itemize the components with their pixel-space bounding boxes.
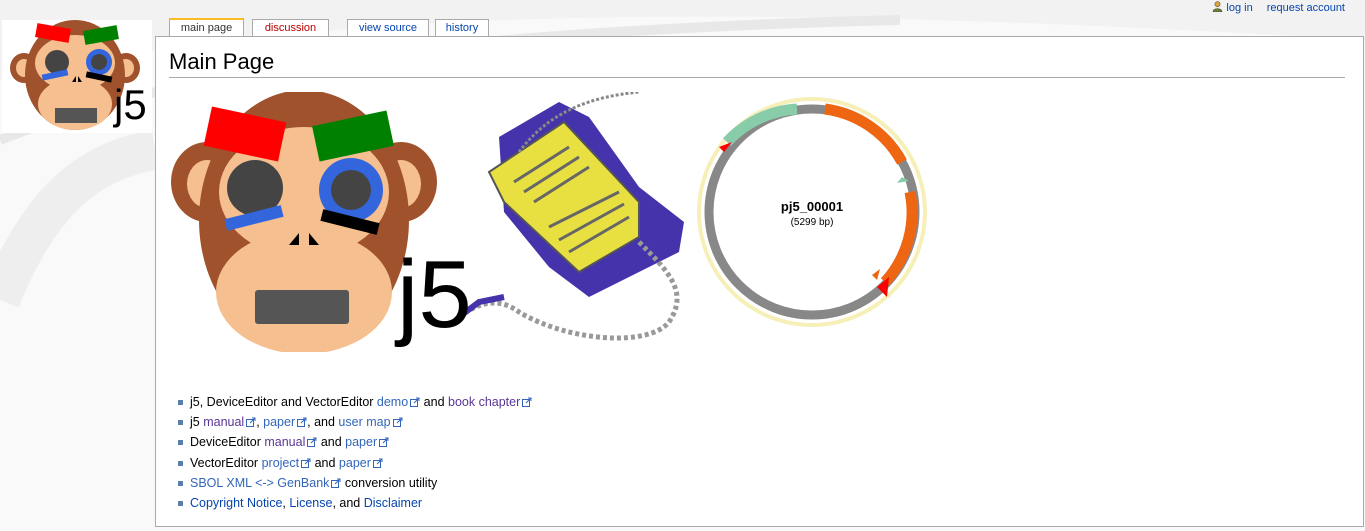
deviceeditor-paper-link[interactable]: paper — [345, 435, 377, 449]
deviceeditor-manual-link[interactable]: manual — [264, 435, 305, 449]
plasmid-length: (5299 bp) — [791, 217, 834, 228]
tab-label: main page — [180, 22, 233, 34]
tab-label: discussion — [264, 22, 317, 34]
list-text: and — [420, 395, 448, 409]
list-item: Copyright Notice, License, and Disclaime… — [176, 494, 532, 514]
tab-label: view source — [358, 22, 418, 34]
page-title: Main Page — [169, 49, 275, 74]
banner-image: pj5_00001 (5299 bp) j5 — [171, 92, 927, 352]
list-item: DeviceEditor manual and paper — [176, 433, 532, 453]
user-icon — [1213, 1, 1223, 12]
license-link[interactable]: License — [289, 496, 332, 510]
external-link-icon — [301, 458, 311, 468]
user-map-link[interactable]: user map — [338, 415, 390, 429]
sbol-genbank-link[interactable]: SBOL XML <-> GenBank — [190, 476, 329, 490]
plasmid-name: pj5_00001 — [781, 199, 843, 214]
list-text: j5 — [190, 415, 204, 430]
title-divider — [169, 77, 1345, 78]
j5-paper-link[interactable]: paper — [263, 415, 295, 429]
copyright-notice-link[interactable]: Copyright Notice — [190, 496, 282, 510]
external-link-icon — [297, 417, 307, 428]
list-item: j5, DeviceEditor and VectorEditor demo a… — [176, 393, 532, 413]
external-link-icon — [392, 417, 403, 428]
list-item: VectorEditor project and paper — [176, 454, 532, 474]
list-text: DeviceEditor — [190, 435, 265, 450]
book-chapter-link[interactable]: book chapter — [448, 395, 520, 409]
tab-discussion[interactable]: discussion — [252, 19, 329, 36]
external-link-icon — [331, 478, 341, 488]
vectoreditor-paper-link[interactable]: paper — [339, 456, 371, 470]
list-text: and — [317, 435, 346, 450]
list-text: and — [311, 455, 339, 470]
plasmid-map-icon: pj5_00001 (5299 bp) — [697, 97, 927, 327]
list-text: conversion utility — [341, 475, 438, 490]
list-text: , and — [307, 415, 339, 430]
tab-view-source[interactable]: view source — [347, 19, 429, 36]
banner-text: j5 — [394, 241, 472, 348]
j5-manual-link[interactable]: manual — [203, 415, 244, 429]
resource-list: j5, DeviceEditor and VectorEditor demo a… — [176, 393, 532, 514]
tab-label: history — [445, 22, 479, 34]
external-link-icon — [379, 437, 389, 448]
list-text: , and — [332, 495, 364, 510]
site-logo[interactable]: j5 — [2, 20, 152, 133]
external-link-icon — [410, 397, 420, 407]
login-link[interactable]: log in — [1226, 2, 1252, 14]
tab-main-page[interactable]: main page — [169, 18, 244, 37]
list-item: SBOL XML <-> GenBank conversion utility — [176, 474, 532, 494]
external-link-icon — [307, 437, 317, 448]
disclaimer-link[interactable]: Disclaimer — [364, 496, 422, 510]
personal-tools: log in request account — [1212, 1, 1345, 14]
tab-history[interactable]: history — [435, 19, 489, 36]
demo-link[interactable]: demo — [377, 395, 408, 409]
vectoreditor-project-link[interactable]: project — [262, 456, 300, 470]
external-link-icon — [246, 417, 256, 428]
protein-dna-icon — [457, 92, 684, 341]
list-item: j5 manual, paper, and user map — [176, 413, 532, 433]
external-link-icon — [522, 397, 532, 407]
content-area: Main Page pj5_00001 (5299 bp) j5 j5, Dev… — [155, 36, 1364, 527]
logo-text: j5 — [114, 81, 147, 128]
request-account-link[interactable]: request account — [1267, 2, 1345, 14]
external-link-icon — [372, 458, 383, 468]
list-text: j5, DeviceEditor and VectorEditor — [190, 395, 377, 409]
list-text: VectorEditor — [190, 455, 262, 470]
